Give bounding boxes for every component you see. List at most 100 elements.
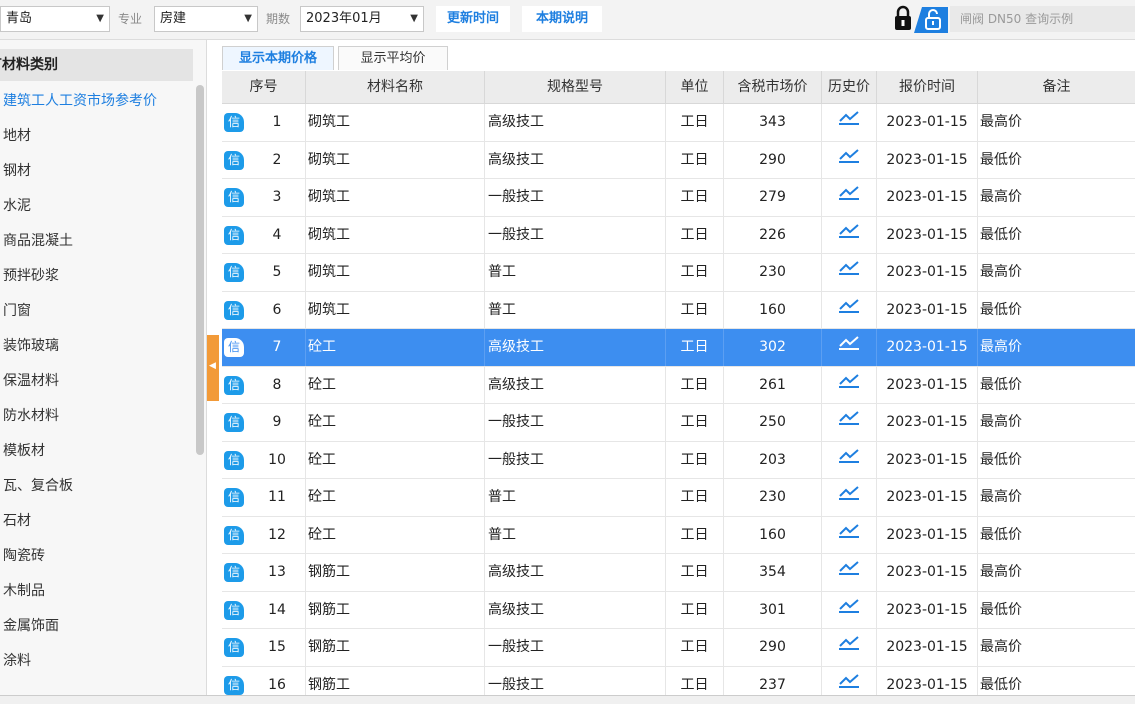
cell-history — [822, 441, 877, 479]
table-row[interactable]: 信 1 砌筑工 高级技工 工日 343 2023-01-15 最高价 — [222, 104, 1135, 142]
cell-seq: 信9 — [222, 404, 306, 441]
col-price[interactable]: 含税市场价 — [724, 71, 822, 104]
sidebar-item[interactable]: 商品混凝土 — [0, 224, 73, 259]
trend-chart-icon[interactable] — [838, 442, 860, 479]
table-row[interactable]: 信 4 砌筑工 一般技工 工日 226 2023-01-15 最低价 — [222, 216, 1135, 254]
sidebar-item[interactable]: 金属饰面 — [0, 609, 59, 644]
credit-badge[interactable]: 信 — [224, 600, 244, 620]
sidebar-item[interactable]: 地材 — [0, 119, 31, 154]
credit-badge[interactable]: 信 — [224, 450, 244, 470]
sidebar-collapse-handle[interactable]: ◀ — [207, 335, 219, 401]
cell-unit: 工日 — [666, 329, 724, 366]
search-input[interactable]: 闸阀 DN50 查询示例 — [950, 6, 1135, 32]
col-spec[interactable]: 规格型号 — [485, 71, 666, 104]
trend-chart-icon[interactable] — [838, 479, 860, 516]
table-row[interactable]: 信 11 砼工 普工 工日 230 2023-01-15 最高价 — [222, 479, 1135, 517]
sidebar-item[interactable]: 装饰玻璃 — [0, 329, 59, 364]
trend-chart-icon[interactable] — [838, 629, 860, 666]
cell-price: 343 — [724, 104, 822, 141]
cell-price: 302 — [724, 329, 822, 366]
sidebar-item[interactable]: 陶瓷砖 — [0, 539, 45, 574]
credit-badge[interactable]: 信 — [224, 338, 244, 357]
table-row[interactable]: 信 5 砌筑工 普工 工日 230 2023-01-15 最高价 — [222, 254, 1135, 292]
credit-badge[interactable]: 信 — [224, 413, 244, 432]
trend-chart-icon[interactable] — [838, 367, 860, 404]
credit-badge[interactable]: 信 — [224, 263, 244, 282]
table-row[interactable]: 信 13 钢筋工 高级技工 工日 354 2023-01-15 最高价 — [222, 554, 1135, 592]
sidebar-item[interactable]: 防水材料 — [0, 399, 59, 434]
cell-history — [822, 216, 877, 254]
seq-number: 11 — [268, 489, 286, 505]
cell-seq: 信 14 — [222, 591, 306, 628]
sidebar-item[interactable]: 钢材 — [0, 154, 31, 189]
trend-chart-icon[interactable] — [838, 554, 860, 591]
sidebar-item[interactable]: 门窗 — [0, 294, 31, 329]
table-row[interactable]: 信 9 砼工 一般技工 工日 250 2023-01-15 最高价 — [222, 404, 1135, 442]
col-seq[interactable]: 序号 — [222, 71, 306, 104]
col-history[interactable]: 历史价 — [822, 71, 877, 104]
cell-note: 最高价 — [980, 489, 1022, 505]
table-row[interactable]: 信 8 砼工 高级技工 工日 261 2023-01-15 最低价 — [222, 366, 1135, 404]
sidebar-item[interactable]: 石材 — [0, 504, 31, 539]
table-row[interactable]: 信 2 砌筑工 高级技工 工日 290 2023-01-15 最低价 — [222, 141, 1135, 179]
cell-spec: 一般技工 — [485, 629, 666, 666]
trend-chart-icon[interactable] — [838, 142, 860, 179]
trend-chart-icon[interactable] — [838, 292, 860, 329]
table-row[interactable]: 信 6 砌筑工 普工 工日 160 2023-01-15 最低价 — [222, 291, 1135, 329]
credit-badge[interactable]: 信 — [224, 638, 244, 657]
col-name[interactable]: 材料名称 — [306, 71, 485, 104]
sidebar-item[interactable]: 模板材 — [0, 434, 45, 469]
trend-chart-icon[interactable] — [838, 329, 860, 366]
sidebar-item[interactable]: 木制品 — [0, 574, 45, 609]
major-select[interactable]: 房建 ▼ — [154, 6, 258, 32]
col-unit[interactable]: 单位 — [666, 71, 724, 104]
credit-badge[interactable]: 信 — [224, 150, 244, 170]
table-row[interactable]: 信 16 钢筋工 一般技工 工日 237 2023-01-15 最低价 — [222, 666, 1135, 696]
credit-badge[interactable]: 信 — [224, 525, 244, 545]
credit-badge[interactable]: 信 — [224, 188, 244, 207]
sidebar-item[interactable]: 预拌砂浆 — [0, 259, 59, 294]
credit-badge[interactable]: 信 — [224, 113, 244, 132]
credit-badge[interactable]: 信 — [224, 675, 244, 695]
unlock-icon[interactable] — [914, 5, 948, 33]
sidebar-item[interactable]: 水泥 — [0, 189, 31, 224]
table-row[interactable]: 信 14 钢筋工 高级技工 工日 301 2023-01-15 最低价 — [222, 591, 1135, 629]
credit-badge[interactable]: 信 — [224, 488, 244, 507]
sidebar-item[interactable]: 涂料 — [0, 644, 31, 679]
major-label: 专业 — [118, 12, 143, 26]
seq-number: 2 — [272, 151, 282, 168]
credit-badge[interactable]: 信 — [224, 563, 244, 582]
table-row[interactable]: 信 7 砼工 高级技工 工日 302 2023-01-15 最高价 — [222, 329, 1135, 367]
col-note[interactable]: 备注 — [978, 71, 1135, 104]
trend-chart-icon[interactable] — [838, 592, 860, 629]
sidebar-item[interactable]: 保温材料 — [0, 364, 59, 399]
tab-average-price[interactable]: 显示平均价 — [338, 46, 448, 70]
credit-badge[interactable]: 信 — [224, 375, 244, 395]
period-select[interactable]: 2023年01月 ▼ — [300, 6, 424, 32]
tab-current-price[interactable]: 显示本期价格 — [222, 46, 334, 70]
table-row[interactable]: 信 12 砼工 普工 工日 160 2023-01-15 最低价 — [222, 516, 1135, 554]
sidebar-item[interactable]: 瓦、复合板 — [0, 469, 73, 504]
trend-chart-icon[interactable] — [838, 254, 860, 291]
cell-date: 2023-01-15 — [877, 516, 978, 553]
trend-chart-icon[interactable] — [838, 179, 860, 216]
trend-chart-icon[interactable] — [838, 667, 860, 696]
sidebar-item[interactable]: 建筑工人工资市场参考价 — [0, 84, 157, 119]
table-row[interactable]: 信 10 砼工 一般技工 工日 203 2023-01-15 最低价 — [222, 441, 1135, 479]
cell-date: 2023-01-15 — [877, 104, 978, 141]
table-row[interactable]: 信 3 砌筑工 一般技工 工日 279 2023-01-15 最高价 — [222, 179, 1135, 217]
credit-badge[interactable]: 信 — [224, 300, 244, 320]
cell-price: 279 — [724, 179, 822, 216]
table-row[interactable]: 信 15 钢筋工 一般技工 工日 290 2023-01-15 最高价 — [222, 629, 1135, 667]
cell-date: 2023-01-15 — [877, 179, 978, 216]
period-note-button[interactable]: 本期说明 — [522, 6, 602, 32]
trend-chart-icon[interactable] — [838, 217, 860, 254]
trend-chart-icon[interactable] — [838, 104, 860, 141]
update-time-button[interactable]: 更新时间 — [436, 6, 510, 32]
trend-chart-icon[interactable] — [838, 404, 860, 441]
trend-chart-icon[interactable] — [838, 517, 860, 554]
credit-badge[interactable]: 信 — [224, 225, 244, 245]
sidebar-scrollbar[interactable] — [196, 85, 204, 455]
col-date[interactable]: 报价时间 — [877, 71, 978, 104]
region-select[interactable]: 青岛 ▼ — [0, 6, 110, 32]
